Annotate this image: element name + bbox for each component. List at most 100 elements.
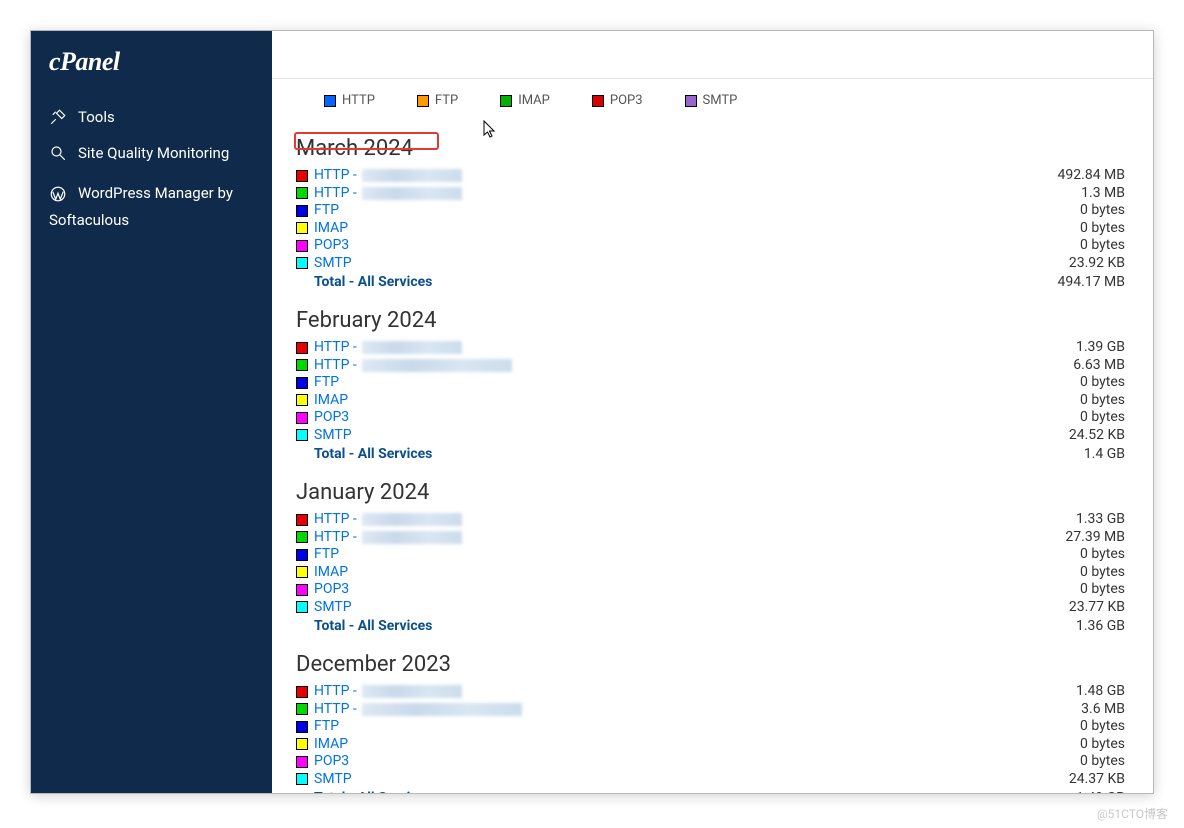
service-link[interactable]: SMTP <box>314 599 352 617</box>
legend-label: IMAP <box>518 93 550 108</box>
redacted-text <box>362 187 462 200</box>
service-link[interactable]: FTP <box>314 718 339 736</box>
service-swatch <box>296 394 308 406</box>
service-row: IMAP0 bytes <box>296 220 1125 238</box>
sidebar-nav: Tools Site Quality Monitoring WordPress … <box>31 95 272 247</box>
service-row: POP30 bytes <box>296 237 1125 255</box>
legend-label: FTP <box>435 93 458 108</box>
service-link[interactable]: POP3 <box>314 409 349 427</box>
watermark: @51CTO博客 <box>1097 805 1168 822</box>
service-link[interactable]: HTTP - <box>314 339 357 357</box>
brand-text: cPanel <box>49 47 120 76</box>
service-swatch <box>296 412 308 424</box>
legend-label: HTTP <box>342 93 375 108</box>
service-value: 24.37 KB <box>1069 771 1125 789</box>
service-row: HTTP -3.6 MB <box>296 701 1125 719</box>
service-value: 1.39 GB <box>1076 339 1125 357</box>
service-link[interactable]: HTTP - <box>314 701 357 719</box>
total-label: Total - All Services <box>314 446 432 462</box>
legend-item-imap: IMAP <box>500 93 550 108</box>
bandwidth-legend: HTTP FTP IMAP POP3 SMTP <box>296 79 1125 122</box>
legend-swatch <box>500 95 512 107</box>
service-value: 1.33 GB <box>1076 511 1125 529</box>
service-row: FTP0 bytes <box>296 718 1125 736</box>
service-row: IMAP 0 bytes <box>296 564 1125 582</box>
service-link[interactable]: HTTP - <box>314 167 357 185</box>
service-row: HTTP -1.3 MB <box>296 185 1125 203</box>
main-content: HTTPFTPIMAPPOP3SMTP March 2024HTTP -492.… <box>272 31 1153 793</box>
service-link[interactable]: HTTP - <box>314 185 357 203</box>
service-link[interactable]: HTTP - <box>314 683 357 701</box>
service-link[interactable]: IMAP <box>314 392 348 410</box>
total-label: Total - All Services <box>314 618 432 634</box>
service-value: 0 bytes <box>1080 392 1125 410</box>
service-link[interactable]: IMAP <box>314 220 348 238</box>
brand-logo: cPanel <box>31 31 272 95</box>
redacted-text <box>362 513 462 526</box>
service-link[interactable]: POP3 <box>314 753 349 771</box>
service-link[interactable]: POP3 <box>314 581 349 599</box>
service-link[interactable]: IMAP <box>314 736 348 754</box>
legend-swatch <box>592 95 604 107</box>
service-swatch <box>296 738 308 750</box>
service-swatch <box>296 205 308 217</box>
service-link[interactable]: SMTP <box>314 255 352 273</box>
service-row: HTTP - 492.84 MB <box>296 167 1125 185</box>
service-value: 0 bytes <box>1080 736 1125 754</box>
month-title: February 2024 <box>296 308 1125 333</box>
service-swatch <box>296 257 308 269</box>
total-value: 1.49 GB <box>1076 790 1125 793</box>
month-block: December 2023HTTP -1.48 GBHTTP -3.6 MBFT… <box>296 652 1125 793</box>
service-link[interactable]: SMTP <box>314 771 352 789</box>
topbar <box>272 31 1153 79</box>
total-label: Total - All Services <box>314 274 432 290</box>
service-link[interactable]: FTP <box>314 374 339 392</box>
service-link[interactable]: HTTP - <box>314 529 357 547</box>
legend-label: POP3 <box>610 93 643 108</box>
service-value: 0 bytes <box>1080 409 1125 427</box>
service-value: 24.52 KB <box>1069 427 1125 445</box>
service-value: 27.39 MB <box>1065 529 1125 547</box>
wordpress-icon <box>49 185 67 203</box>
service-link[interactable]: IMAP <box>314 564 348 582</box>
sidebar-item-wordpress[interactable]: WordPress Manager by Softaculous <box>31 171 272 243</box>
total-row: Total - All Services1.49 GB <box>296 790 1125 793</box>
service-row: HTTP - 1.48 GB <box>296 683 1125 701</box>
service-link[interactable]: FTP <box>314 202 339 220</box>
service-swatch <box>296 222 308 234</box>
sidebar-item-label: WordPress Manager by <box>78 180 233 207</box>
legend-item-http: HTTP <box>324 93 375 108</box>
legend-label: SMTP <box>703 93 738 108</box>
service-swatch <box>296 703 308 715</box>
total-value: 1.4 GB <box>1084 446 1125 462</box>
service-row: HTTP - 27.39 MB <box>296 529 1125 547</box>
service-value: 0 bytes <box>1080 564 1125 582</box>
service-link[interactable]: HTTP - <box>314 357 357 375</box>
month-title: March 2024 <box>296 136 1125 161</box>
redacted-text <box>362 359 512 372</box>
service-value: 1.48 GB <box>1076 683 1125 701</box>
sidebar-item-site-quality[interactable]: Site Quality Monitoring <box>31 135 272 171</box>
service-row: HTTP - 1.33 GB <box>296 511 1125 529</box>
service-swatch <box>296 721 308 733</box>
tools-icon <box>49 108 67 126</box>
service-link[interactable]: HTTP - <box>314 511 357 529</box>
total-row: Total - All Services 1.4 GB <box>296 446 1125 466</box>
total-value: 1.36 GB <box>1076 618 1125 634</box>
service-value: 492.84 MB <box>1058 167 1125 185</box>
service-row: POP30 bytes <box>296 753 1125 771</box>
service-swatch <box>296 601 308 613</box>
sidebar-item-label: Tools <box>78 108 115 126</box>
service-link[interactable]: FTP <box>314 546 339 564</box>
service-swatch <box>296 377 308 389</box>
legend-swatch <box>417 95 429 107</box>
service-row: POP30 bytes <box>296 581 1125 599</box>
sidebar-item-tools[interactable]: Tools <box>31 99 272 135</box>
service-link[interactable]: POP3 <box>314 237 349 255</box>
service-link[interactable]: SMTP <box>314 427 352 445</box>
service-value: 0 bytes <box>1080 546 1125 564</box>
service-value: 0 bytes <box>1080 202 1125 220</box>
redacted-text <box>362 703 522 716</box>
month-title: January 2024 <box>296 480 1125 505</box>
total-row: Total - All Services 1.36 GB <box>296 618 1125 638</box>
